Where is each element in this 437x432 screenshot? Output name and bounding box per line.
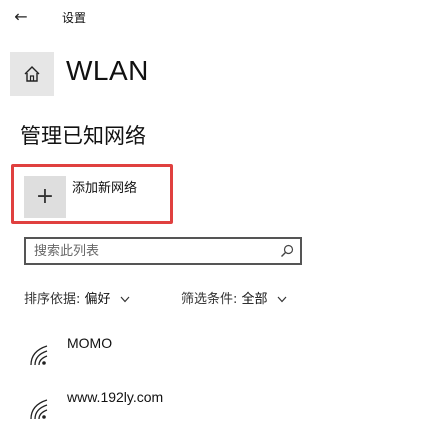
network-name: MOMO (67, 335, 113, 351)
page-title: WLAN (66, 55, 149, 86)
filter-value: 全部 (241, 292, 268, 307)
section-title: 管理已知网络 (20, 124, 146, 148)
home-button[interactable] (10, 52, 54, 96)
app-title: 设置 (62, 11, 87, 25)
search-input[interactable] (34, 242, 274, 260)
filter-label: 筛选条件: (181, 292, 238, 307)
sort-value: 偏好 (84, 292, 111, 307)
chevron-down-icon (277, 293, 287, 306)
sort-label: 排序依据: (24, 292, 81, 307)
wifi-icon (30, 399, 48, 420)
sort-dropdown[interactable]: 排序依据: 偏好 (24, 288, 130, 307)
search-icon[interactable] (280, 244, 294, 258)
search-box[interactable] (24, 237, 302, 265)
network-item[interactable]: MOMO (26, 335, 326, 375)
plus-icon: + (35, 184, 55, 209)
add-network-label[interactable]: 添加新网络 (72, 177, 137, 196)
home-icon (24, 66, 40, 82)
network-name: www.192ly.com (67, 389, 164, 405)
add-network-button[interactable]: + (24, 176, 66, 218)
network-item[interactable]: www.192ly.com (26, 389, 326, 429)
filter-dropdown[interactable]: 筛选条件: 全部 (181, 288, 287, 307)
chevron-down-icon (120, 293, 130, 306)
back-button[interactable]: ← (10, 6, 32, 28)
wifi-icon (30, 345, 48, 366)
